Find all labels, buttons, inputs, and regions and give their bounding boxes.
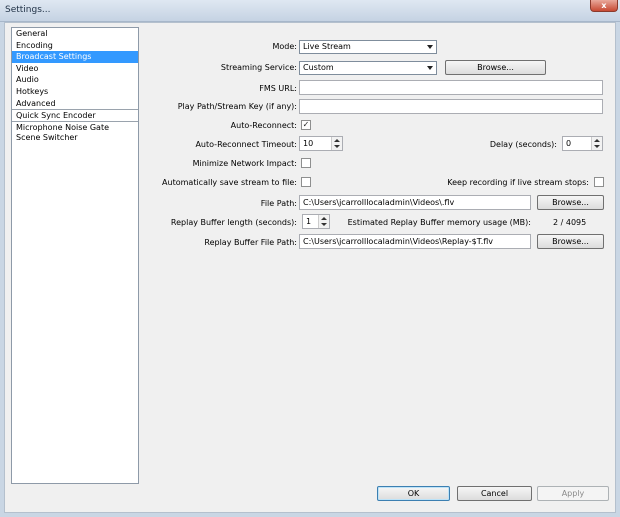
minimize-network-impact-checkbox[interactable]	[301, 158, 311, 168]
title-bar[interactable]: Settings... x	[0, 0, 620, 22]
delay-value: 0	[566, 139, 572, 148]
sidebar-item-general[interactable]: General	[12, 28, 138, 40]
fms-url-label: FMS URL:	[259, 84, 297, 93]
file-path-browse-button[interactable]: Browse...	[537, 195, 604, 210]
settings-category-list[interactable]: General Encoding Broadcast Settings Vide…	[11, 27, 139, 484]
chevron-down-icon	[427, 45, 433, 49]
spin-up-icon[interactable]	[334, 139, 340, 142]
file-path-label: File Path:	[260, 199, 297, 208]
settings-client-area: General Encoding Broadcast Settings Vide…	[4, 22, 616, 513]
mode-label: Mode:	[272, 42, 298, 51]
close-button[interactable]: x	[590, 0, 618, 12]
file-path-input[interactable]: C:\Users\jcarrolllocaladmin\Videos\.flv	[299, 195, 531, 210]
spin-down-icon[interactable]	[594, 145, 600, 148]
apply-button[interactable]: Apply	[537, 486, 609, 501]
auto-save-checkbox[interactable]	[301, 177, 311, 187]
mode-select[interactable]: Live Stream	[299, 40, 437, 54]
spin-down-icon[interactable]	[334, 145, 340, 148]
checkmark-icon: ✓	[302, 120, 310, 129]
sidebar-item-video[interactable]: Video	[12, 63, 138, 75]
chevron-down-icon	[427, 66, 433, 70]
sidebar-item-broadcast-settings[interactable]: Broadcast Settings	[12, 51, 138, 63]
cancel-button[interactable]: Cancel	[457, 486, 532, 501]
sidebar-item-hotkeys[interactable]: Hotkeys	[12, 86, 138, 98]
replay-memory-label: Estimated Replay Buffer memory usage (MB…	[347, 218, 531, 227]
sidebar-item-microphone-noise-gate[interactable]: Microphone Noise Gate	[12, 120, 138, 133]
replay-memory-value: 2 / 4095	[553, 218, 587, 227]
auto-reconnect-timeout-label: Auto-Reconnect Timeout:	[195, 140, 297, 149]
minimize-network-impact-label: Minimize Network Impact:	[192, 159, 297, 168]
window-title: Settings...	[5, 5, 51, 15]
mode-value: Live Stream	[303, 42, 351, 51]
auto-save-label: Automatically save stream to file:	[162, 178, 297, 187]
replay-file-path-label: Replay Buffer File Path:	[204, 238, 297, 247]
streaming-service-value: Custom	[303, 63, 334, 72]
replay-buffer-length-spinner[interactable]: 1	[302, 214, 330, 229]
fms-url-input[interactable]	[299, 80, 603, 95]
keep-recording-checkbox[interactable]	[594, 177, 604, 187]
sidebar-item-scene-switcher[interactable]: Scene Switcher	[12, 132, 138, 144]
streaming-service-browse-button[interactable]: Browse...	[445, 60, 546, 75]
sidebar-item-advanced[interactable]: Advanced	[12, 98, 138, 110]
sidebar-item-encoding[interactable]: Encoding	[12, 40, 138, 52]
spinner-controls[interactable]	[591, 137, 602, 150]
keep-recording-label: Keep recording if live stream stops:	[447, 178, 589, 187]
streaming-service-select[interactable]: Custom	[299, 61, 437, 75]
auto-reconnect-timeout-value: 10	[303, 139, 314, 148]
spinner-controls[interactable]	[331, 137, 342, 150]
sidebar-item-audio[interactable]: Audio	[12, 74, 138, 86]
delay-label: Delay (seconds):	[489, 140, 557, 149]
replay-buffer-length-label: Replay Buffer length (seconds):	[170, 218, 297, 227]
replay-buffer-length-value: 1	[306, 217, 312, 226]
spinner-controls[interactable]	[318, 215, 329, 228]
spin-up-icon[interactable]	[321, 217, 327, 220]
close-icon: x	[601, 1, 607, 10]
auto-reconnect-timeout-spinner[interactable]: 10	[299, 136, 343, 151]
play-path-input[interactable]	[299, 99, 603, 114]
play-path-label: Play Path/Stream Key (if any):	[177, 102, 297, 111]
ok-button[interactable]: OK	[377, 486, 450, 501]
streaming-service-label: Streaming Service:	[220, 63, 297, 72]
auto-reconnect-checkbox[interactable]: ✓	[301, 120, 311, 130]
spin-up-icon[interactable]	[594, 139, 600, 142]
auto-reconnect-label: Auto-Reconnect:	[230, 121, 297, 130]
spin-down-icon[interactable]	[321, 223, 327, 226]
delay-spinner[interactable]: 0	[562, 136, 603, 151]
sidebar-item-quick-sync-encoder[interactable]: Quick Sync Encoder	[12, 109, 138, 121]
replay-file-path-browse-button[interactable]: Browse...	[537, 234, 604, 249]
replay-file-path-input[interactable]: C:\Users\jcarrolllocaladmin\Videos\Repla…	[299, 234, 531, 249]
